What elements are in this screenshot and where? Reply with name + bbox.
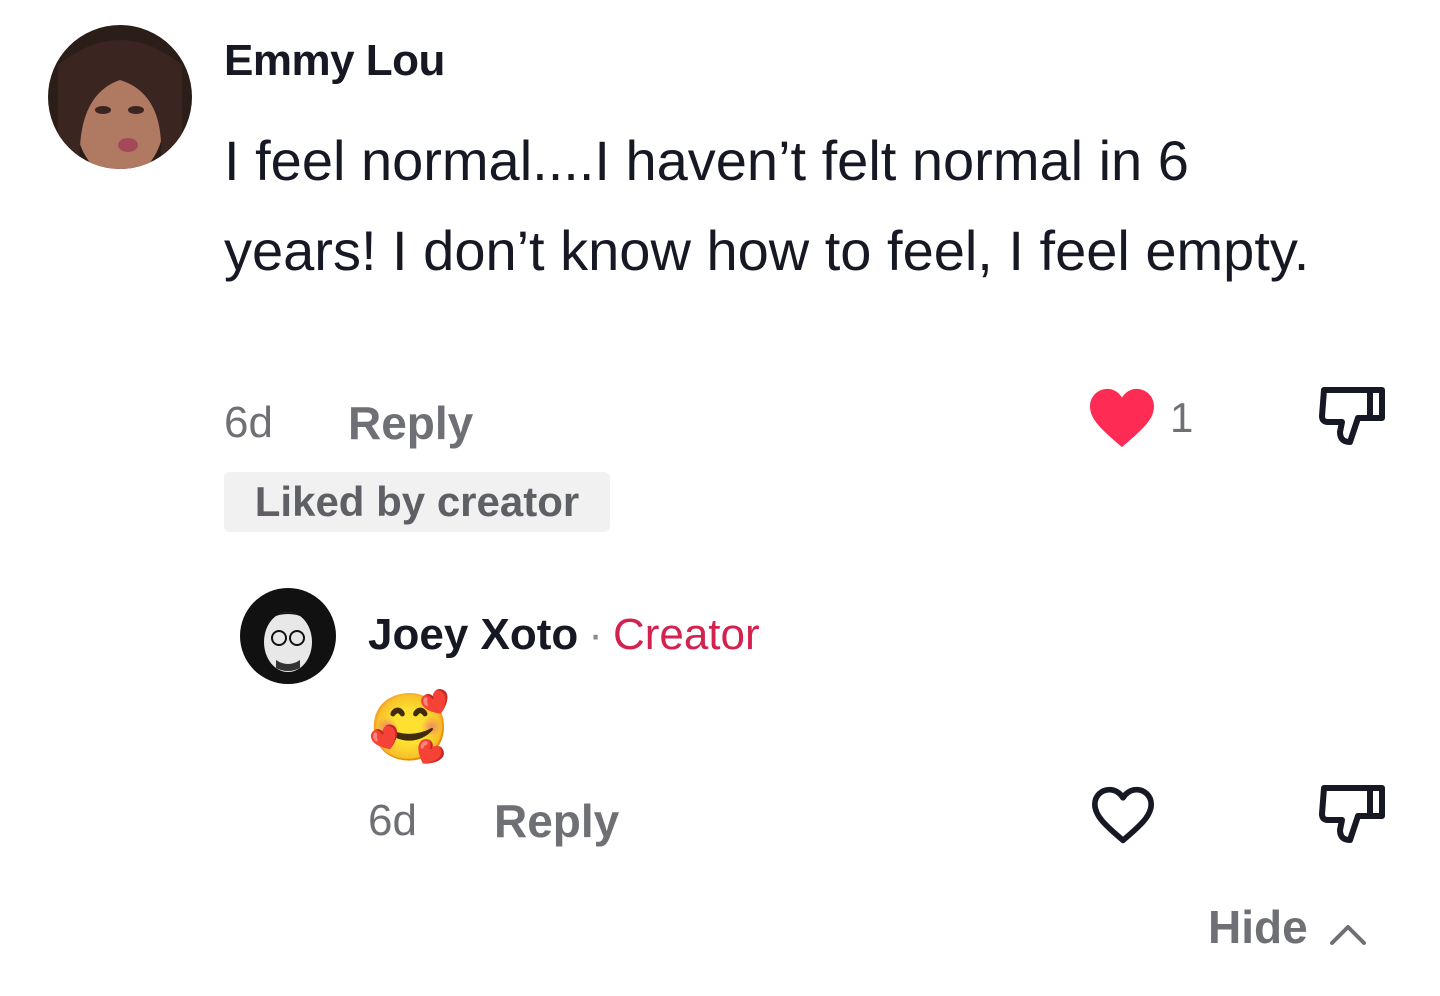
reply-reply-button[interactable]: Reply [494, 794, 619, 848]
comment-author[interactable]: Emmy Lou [224, 36, 445, 86]
reply-thumbs-down-icon[interactable] [1318, 782, 1386, 851]
reply-timestamp: 6d [368, 796, 417, 845]
like-count: 1 [1170, 394, 1194, 441]
chevron-up-icon [1328, 904, 1368, 958]
comment-timestamp: 6d [224, 398, 273, 447]
reply-author-row: Joey Xoto · Creator [368, 610, 760, 660]
avatar[interactable] [48, 25, 192, 169]
creator-badge: Creator [612, 610, 760, 659]
heart-outline-icon[interactable] [1088, 784, 1158, 851]
avatar-image [48, 25, 192, 169]
comment-text: I feel normal....I haven’t felt normal i… [224, 129, 1310, 282]
hide-replies-button[interactable]: Hide [1208, 900, 1368, 958]
separator-dot: · [588, 610, 603, 659]
thumbs-down-icon[interactable] [1318, 384, 1386, 453]
hide-label: Hide [1208, 901, 1308, 953]
reply-author[interactable]: Joey Xoto [368, 610, 578, 659]
comments-thread: Emmy Lou I feel normal....I haven’t felt… [0, 0, 1440, 996]
reply-text: 🥰 [368, 689, 451, 766]
heart-filled-icon[interactable] [1086, 386, 1158, 455]
creator-avatar[interactable] [240, 588, 336, 684]
creator-avatar-image [240, 588, 336, 684]
liked-by-creator-badge: Liked by creator [224, 472, 610, 532]
reply-button[interactable]: Reply [348, 396, 473, 450]
